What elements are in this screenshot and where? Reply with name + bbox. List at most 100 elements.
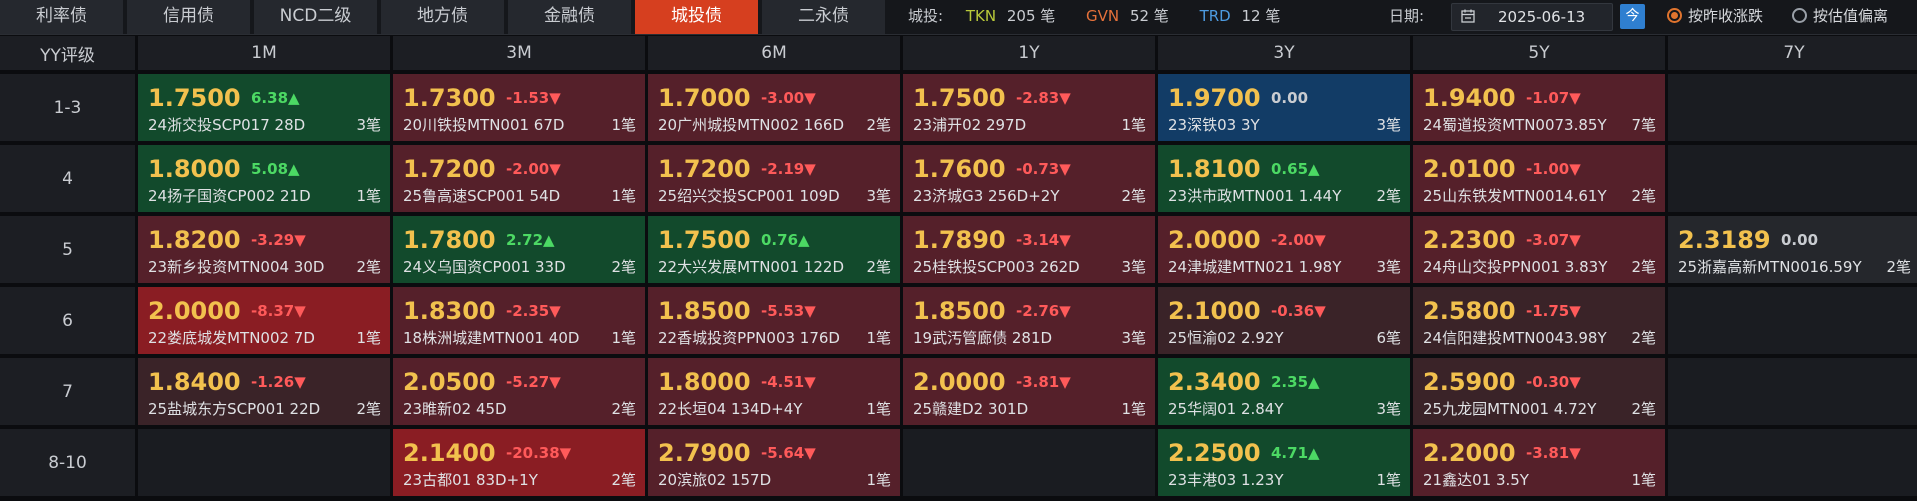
change-value: -4.51▼ <box>761 373 816 391</box>
yield-value: 1.7600 <box>913 155 1006 183</box>
change-value: -1.26▼ <box>251 373 306 391</box>
tenor-header[interactable]: 1Y <box>903 36 1155 70</box>
quote-cell[interactable]: 1.7500 6.38▲ 24浙交投SCP017 28D 3笔 <box>138 74 390 141</box>
change-value: -2.00▼ <box>506 160 561 178</box>
change-value: -3.00▼ <box>761 89 816 107</box>
sort-by-valuation-radio[interactable]: 按估值偏离 <box>1792 0 1888 32</box>
tenor-header[interactable]: 5Y <box>1413 36 1665 70</box>
quote-cell[interactable]: 2.3400 2.35▲ 25华阔01 2.84Y 3笔 <box>1158 358 1410 425</box>
change-value: -3.14▼ <box>1016 231 1071 249</box>
trade-count: 1笔 <box>1121 400 1146 418</box>
change-value: -0.73▼ <box>1016 160 1071 178</box>
tenor-header[interactable]: 3M <box>393 36 645 70</box>
yield-matrix: YY评级 1M 3M 6M 1Y 3Y 5Y 7Y 1-3 1.7500 6.38▲ 24浙交投SCP… <box>0 36 1917 496</box>
trade-count: 2笔 <box>611 400 636 418</box>
trade-count: 2笔 <box>1886 258 1911 276</box>
quote-cell[interactable]: 1.8000 5.08▲ 24扬子国资CP002 21D 1笔 <box>138 145 390 212</box>
gvn-label: GVN <box>1086 7 1120 25</box>
quote-cell[interactable]: 1.8000 -4.51▼ 22长垣04 134D+4Y 1笔 <box>648 358 900 425</box>
tenor-header[interactable]: 1M <box>138 36 390 70</box>
trade-count: 3笔 <box>1376 258 1401 276</box>
today-button[interactable]: 今 <box>1620 4 1645 29</box>
tab-6[interactable]: 二永债 <box>762 0 885 34</box>
bond-name: 25恒渝02 2.92Y <box>1168 329 1284 347</box>
change-value: -2.19▼ <box>761 160 816 178</box>
bond-name: 22长垣04 134D+4Y <box>658 400 803 418</box>
bond-name: 22香城投资PPN003 176D <box>658 329 840 347</box>
quote-cell[interactable]: 2.3189 0.00 25浙嘉高新MTN0016.59Y 2笔 <box>1668 216 1917 283</box>
change-value: 2.72▲ <box>506 231 555 249</box>
quote-cell[interactable]: 2.0000 -3.81▼ 25赣建D2 301D 1笔 <box>903 358 1155 425</box>
tab-4[interactable]: 金融债 <box>508 0 631 34</box>
quote-cell[interactable]: 1.8100 0.65▲ 23洪市政MTN001 1.44Y 2笔 <box>1158 145 1410 212</box>
quote-cell[interactable]: 1.9700 0.00 23深铁03 3Y 3笔 <box>1158 74 1410 141</box>
quote-cell[interactable]: 2.5800 -1.75▼ 24信阳建投MTN0043.98Y 2笔 <box>1413 287 1665 354</box>
yield-value: 1.7800 <box>403 226 496 254</box>
quote-cell[interactable]: 1.8300 -2.35▼ 18株洲城建MTN001 40D 1笔 <box>393 287 645 354</box>
yield-value: 1.7200 <box>658 155 751 183</box>
quote-cell[interactable]: 1.7200 -2.00▼ 25鲁高速SCP001 54D 1笔 <box>393 145 645 212</box>
tenor-header[interactable]: 6M <box>648 36 900 70</box>
bond-name: 24义乌国资CP001 33D <box>403 258 566 276</box>
quote-cell[interactable]: 1.7200 -2.19▼ 25绍兴交投SCP001 109D 3笔 <box>648 145 900 212</box>
bond-name: 23睢新02 45D <box>403 400 507 418</box>
quote-cell[interactable]: 1.8200 -3.29▼ 23新乡投资MTN004 30D 2笔 <box>138 216 390 283</box>
trade-count: 2笔 <box>1631 187 1656 205</box>
tenor-header[interactable]: 3Y <box>1158 36 1410 70</box>
bond-name: 25绍兴交投SCP001 109D <box>658 187 840 205</box>
trade-count: 2笔 <box>611 258 636 276</box>
yield-value: 2.2500 <box>1168 439 1261 467</box>
quote-cell[interactable]: 2.1000 -0.36▼ 25恒渝02 2.92Y 6笔 <box>1158 287 1410 354</box>
date-picker[interactable]: 2025-06-13 <box>1451 3 1613 31</box>
quote-cell[interactable]: 2.2000 -3.81▼ 21鑫达01 3.5Y 1笔 <box>1413 429 1665 496</box>
tab-1[interactable]: 信用债 <box>127 0 250 34</box>
stats-label: 城投: <box>908 7 944 25</box>
calendar-icon[interactable] <box>1461 9 1475 23</box>
empty-cell <box>1668 74 1917 141</box>
quote-cell[interactable]: 2.2500 4.71▲ 23丰港03 1.23Y 1笔 <box>1158 429 1410 496</box>
tab-5[interactable]: 城投债 <box>635 0 758 34</box>
tab-3[interactable]: 地方债 <box>381 0 504 34</box>
trade-count: 2笔 <box>866 258 891 276</box>
trade-count: 2笔 <box>356 258 381 276</box>
quote-cell[interactable]: 2.0000 -2.00▼ 24津城建MTN021 1.98Y 3笔 <box>1158 216 1410 283</box>
quote-cell[interactable]: 2.1400 -20.38▼ 23古都01 83D+1Y 2笔 <box>393 429 645 496</box>
quote-cell[interactable]: 2.7900 -5.64▼ 20滨旅02 157D 1笔 <box>648 429 900 496</box>
trade-count: 1笔 <box>611 116 636 134</box>
quote-cell[interactable]: 1.7500 0.76▲ 22大兴发展MTN001 122D 2笔 <box>648 216 900 283</box>
tenor-header[interactable]: 7Y <box>1668 36 1917 70</box>
trade-count: 3笔 <box>356 116 381 134</box>
quote-cell[interactable]: 1.7600 -0.73▼ 23济城G3 256D+2Y 2笔 <box>903 145 1155 212</box>
quote-cell[interactable]: 2.0000 -8.37▼ 22娄底城发MTN002 7D 1笔 <box>138 287 390 354</box>
bond-name: 22大兴发展MTN001 122D <box>658 258 844 276</box>
quote-cell[interactable]: 1.9400 -1.07▼ 24蜀道投资MTN0073.85Y 7笔 <box>1413 74 1665 141</box>
quote-cell[interactable]: 2.2300 -3.07▼ 24舟山交投PPN001 3.83Y 2笔 <box>1413 216 1665 283</box>
trade-count: 2笔 <box>1376 187 1401 205</box>
bond-name: 25赣建D2 301D <box>913 400 1029 418</box>
yield-value: 2.3189 <box>1678 226 1771 254</box>
quote-cell[interactable]: 1.8500 -5.53▼ 22香城投资PPN003 176D 1笔 <box>648 287 900 354</box>
bond-name: 24扬子国资CP002 21D <box>148 187 311 205</box>
quote-cell[interactable]: 1.7000 -3.00▼ 20广州城投MTN002 166D 2笔 <box>648 74 900 141</box>
tab-0[interactable]: 利率债 <box>0 0 123 34</box>
empty-cell <box>1668 287 1917 354</box>
quote-cell[interactable]: 1.7890 -3.14▼ 25桂铁投SCP003 262D 3笔 <box>903 216 1155 283</box>
trade-count: 2笔 <box>1631 329 1656 347</box>
quote-cell[interactable]: 1.7500 -2.83▼ 23浦开02 297D 1笔 <box>903 74 1155 141</box>
empty-cell <box>903 429 1155 496</box>
quote-cell[interactable]: 1.7300 -1.53▼ 20川铁投MTN001 67D 1笔 <box>393 74 645 141</box>
category-tabs: 利率债 信用债 NCD二级 地方债 金融债 城投债 二永债 <box>0 0 889 34</box>
quote-cell[interactable]: 1.8500 -2.76▼ 19武汚管廊债 281D 3笔 <box>903 287 1155 354</box>
quote-cell[interactable]: 1.8400 -1.26▼ 25盐城东方SCP001 22D 2笔 <box>138 358 390 425</box>
trade-count: 1笔 <box>866 400 891 418</box>
yield-value: 1.7500 <box>658 226 751 254</box>
tab-2[interactable]: NCD二级 <box>254 0 377 34</box>
sort-by-prev-close-radio[interactable]: 按昨收涨跌 <box>1667 0 1763 32</box>
quote-cell[interactable]: 1.7800 2.72▲ 24义乌国资CP001 33D 2笔 <box>393 216 645 283</box>
quote-cell[interactable]: 2.0100 -1.00▼ 25山东铁发MTN0014.61Y 2笔 <box>1413 145 1665 212</box>
bond-name: 24津城建MTN021 1.98Y <box>1168 258 1342 276</box>
rating-label: 7 <box>0 358 135 425</box>
yield-value: 1.8400 <box>148 368 241 396</box>
quote-cell[interactable]: 2.5900 -0.30▼ 25九龙园MTN001 4.72Y 2笔 <box>1413 358 1665 425</box>
quote-cell[interactable]: 2.0500 -5.27▼ 23睢新02 45D 2笔 <box>393 358 645 425</box>
